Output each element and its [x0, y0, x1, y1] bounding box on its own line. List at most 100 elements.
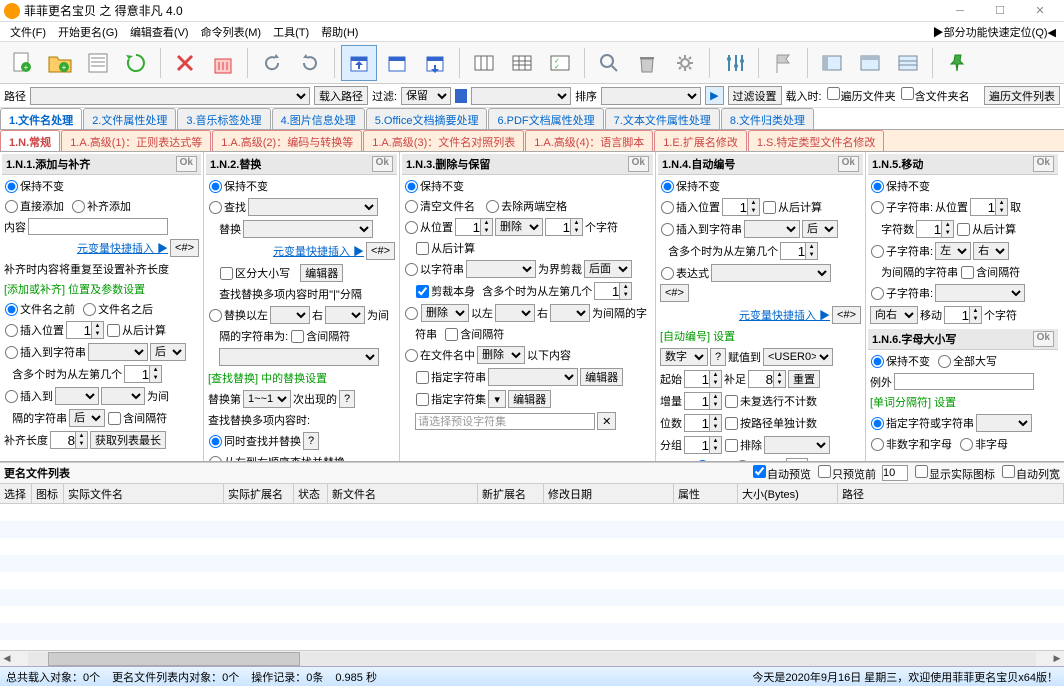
- p5-example-input[interactable]: [894, 373, 1034, 390]
- menu-file[interactable]: 文件(F): [4, 24, 52, 40]
- p2-ok[interactable]: Ok: [372, 156, 393, 172]
- menu-cmd[interactable]: 命令列表(M): [195, 24, 268, 40]
- p5-nonnum[interactable]: 非数字和字母: [870, 436, 952, 452]
- p4-bypath[interactable]: 按路径单独计数: [724, 415, 817, 431]
- p3-keep[interactable]: 保持不变: [404, 178, 464, 194]
- p4-insertpos[interactable]: 插入位置: [660, 199, 720, 215]
- p2-editor-button[interactable]: 编辑器: [300, 264, 343, 282]
- p1-sepsel[interactable]: 后: [69, 409, 105, 427]
- p4-str-sel[interactable]: [744, 220, 800, 238]
- p4-group-spinner[interactable]: ▲▼: [684, 436, 722, 454]
- p1-beforename[interactable]: 文件名之前: [4, 301, 75, 317]
- scroll-track[interactable]: [28, 652, 1036, 666]
- p1-direct[interactable]: 直接添加: [4, 198, 64, 214]
- p3-editor2-button[interactable]: 编辑器: [508, 390, 551, 408]
- table-body[interactable]: [0, 504, 1064, 650]
- load-path-button[interactable]: 载入路径: [314, 86, 368, 105]
- p2-keep[interactable]: 保持不变: [208, 178, 268, 194]
- p2-varinsert[interactable]: 元变量快捷插入 ▶: [273, 243, 364, 259]
- col-icon[interactable]: 图标: [32, 484, 64, 503]
- add-file-icon[interactable]: +: [4, 45, 40, 81]
- p1-content-input[interactable]: [28, 218, 168, 235]
- p4-perval-spinner[interactable]: ▲▼: [684, 414, 722, 432]
- p5-ok[interactable]: Ok: [1033, 156, 1054, 172]
- p5-left-sel[interactable]: 左: [935, 242, 971, 260]
- p3-ok[interactable]: Ok: [628, 156, 649, 172]
- sliders-icon[interactable]: [716, 45, 752, 81]
- p1-insertto[interactable]: 插入到: [4, 388, 53, 404]
- p3-fromend[interactable]: 从后计算: [415, 240, 475, 256]
- p4-ok[interactable]: Ok: [838, 156, 859, 172]
- subtab-spec[interactable]: 1.S.特定类型文件名修改: [748, 130, 885, 151]
- p5-charcnt-spinner[interactable]: ▲▼: [916, 220, 954, 238]
- p3-clear[interactable]: 清空文件名: [404, 198, 475, 214]
- p3-inname-sel[interactable]: 删除: [477, 346, 525, 364]
- p4-numtype-sel[interactable]: 数字: [660, 348, 708, 366]
- p4-auto[interactable]: 自动: [695, 459, 733, 462]
- p4-fromend[interactable]: 从后计算: [762, 199, 822, 215]
- p1-aftername[interactable]: 文件名之后: [82, 301, 153, 317]
- tab-music[interactable]: 3.音乐标签处理: [177, 108, 270, 129]
- panel3-icon[interactable]: [890, 45, 926, 81]
- maximize-button[interactable]: ☐: [980, 1, 1020, 21]
- p1-getmax-button[interactable]: 获取列表最长: [90, 431, 166, 449]
- p1-multi-spinner[interactable]: ▲▼: [124, 365, 162, 383]
- filter-select2[interactable]: [471, 87, 571, 105]
- p4-exclude[interactable]: 排除: [724, 437, 762, 453]
- p4-expr-sel[interactable]: [711, 264, 831, 282]
- search-icon[interactable]: [591, 45, 627, 81]
- p4-q-btn[interactable]: ?: [710, 348, 726, 366]
- list-icon[interactable]: [80, 45, 116, 81]
- p3-str-select[interactable]: [466, 260, 536, 278]
- p1-sel2[interactable]: [101, 387, 145, 405]
- p4-padlen-spinner[interactable]: ▲▼: [748, 370, 786, 388]
- menu-quickfind[interactable]: ▶部分功能快速定位(Q)◀: [933, 24, 1060, 40]
- p4-expr[interactable]: 表达式: [660, 265, 709, 281]
- p3-clear-btn[interactable]: ✕: [597, 412, 616, 430]
- p4-angle-btn2[interactable]: <#>: [832, 306, 861, 324]
- p5-move-spinner[interactable]: ▲▼: [944, 306, 982, 324]
- p2-ltr[interactable]: 从左到右顺序查找并替换: [208, 454, 345, 461]
- p4-keep[interactable]: 保持不变: [660, 178, 720, 194]
- preview-count-input[interactable]: [882, 465, 908, 481]
- minimize-button[interactable]: ─: [940, 1, 980, 21]
- p3-crop-select[interactable]: 后面: [584, 260, 632, 278]
- p4-skipunsel[interactable]: 未复选行不计数: [724, 393, 817, 409]
- p1-fromend[interactable]: 从后计算: [106, 322, 166, 338]
- p3-multi-spinner[interactable]: ▲▼: [594, 282, 632, 300]
- p2-angle-btn[interactable]: <#>: [366, 242, 395, 260]
- p1-insertpos[interactable]: 插入位置: [4, 322, 64, 338]
- p3-specchars-sel[interactable]: [488, 368, 578, 386]
- p2-nth-select[interactable]: 1~~1: [243, 390, 291, 408]
- p3-trim[interactable]: 去除两端空格: [485, 198, 567, 214]
- col-status[interactable]: 状态: [294, 484, 328, 503]
- p2-str-select[interactable]: [219, 348, 379, 366]
- col-size[interactable]: 大小(Bytes): [738, 484, 838, 503]
- p1-incsep[interactable]: 含间隔符: [107, 410, 167, 426]
- tab-attr[interactable]: 2.文件属性处理: [83, 108, 176, 129]
- p3-preset-input[interactable]: [415, 413, 595, 430]
- p3-del-select[interactable]: 删除: [495, 218, 543, 236]
- col-attr[interactable]: 属性: [674, 484, 738, 503]
- redo-icon[interactable]: [292, 45, 328, 81]
- p2-replace-select[interactable]: [243, 220, 373, 238]
- subtab-adv3[interactable]: 1.A.高级(3)：文件名对照列表: [363, 130, 524, 151]
- autocol-check[interactable]: 自动列宽: [1001, 465, 1060, 482]
- p1-str-select[interactable]: [88, 343, 148, 361]
- grid2-icon[interactable]: [504, 45, 540, 81]
- include-folders-check[interactable]: 含文件夹名: [900, 87, 970, 104]
- p1-ok[interactable]: Ok: [176, 156, 197, 172]
- p3-down-btn[interactable]: ▾: [488, 390, 506, 408]
- grid1-icon[interactable]: [466, 45, 502, 81]
- menu-start[interactable]: 开始更名(G): [52, 24, 124, 40]
- p5-substr3-sel[interactable]: [935, 284, 1025, 302]
- tab-filename[interactable]: 1.文件名处理: [0, 108, 82, 129]
- clear-icon[interactable]: [205, 45, 241, 81]
- p4-start-spinner[interactable]: ▲▼: [684, 370, 722, 388]
- p3-delcnt-spinner[interactable]: ▲▼: [545, 218, 583, 236]
- menu-edit[interactable]: 编辑查看(V): [124, 24, 195, 40]
- scroll-right-icon[interactable]: ▶: [1050, 653, 1064, 664]
- subtab-adv1[interactable]: 1.A.高级(1)：正则表达式等: [61, 130, 211, 151]
- p3-delsel[interactable]: [404, 307, 419, 320]
- p5-fromend[interactable]: 从后计算: [956, 221, 1016, 237]
